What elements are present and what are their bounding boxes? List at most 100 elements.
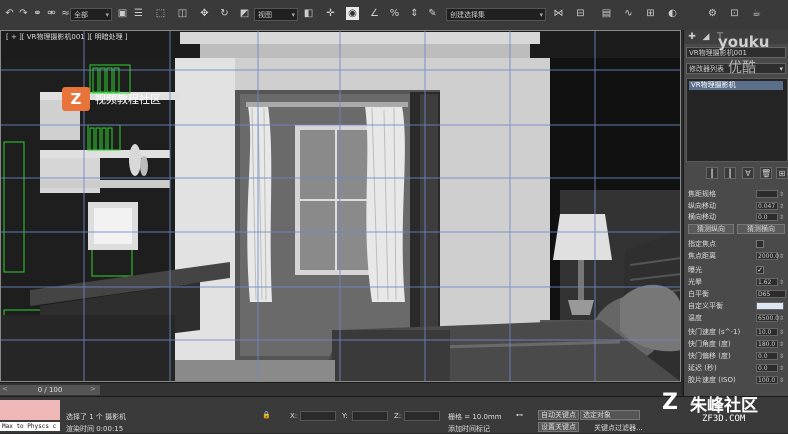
- viewport-label[interactable]: [ + ][ VR物理摄影机001 ][ 明暗处理 ]: [6, 32, 128, 42]
- set-key-button[interactable]: 设置关键点: [538, 422, 579, 432]
- time-slider[interactable]: 0 / 100 < >: [0, 382, 681, 397]
- layer-icon[interactable]: ▤: [600, 7, 613, 20]
- param-value[interactable]: 180.0: [756, 340, 778, 348]
- schematic-icon[interactable]: ⊞: [644, 7, 657, 20]
- render-icon[interactable]: ☕: [750, 7, 763, 20]
- selected-filter-dropdown[interactable]: 选定对象: [580, 410, 640, 420]
- spinner-icon[interactable]: ⇕: [779, 252, 784, 261]
- param-label: 指定焦点: [688, 240, 716, 248]
- spinner-icon[interactable]: ⇕: [779, 340, 784, 349]
- render-setup-icon[interactable]: ⚙: [706, 7, 719, 20]
- param-value[interactable]: [756, 190, 778, 198]
- redo-icon[interactable]: ↷: [17, 7, 30, 20]
- material-editor-icon[interactable]: ◐: [666, 7, 679, 20]
- maxscript-mini-listener[interactable]: Max to Physcs c: [0, 422, 60, 431]
- spinner-icon[interactable]: ⇕: [779, 314, 784, 323]
- remove-modifier-icon[interactable]: 🗑: [760, 167, 772, 179]
- spinner-icon[interactable]: ⇕: [779, 328, 784, 337]
- param-value[interactable]: 0.0: [756, 352, 778, 360]
- auto-key-button[interactable]: 自动关键点: [538, 410, 579, 420]
- param-value[interactable]: 0.0: [756, 364, 778, 372]
- move-icon[interactable]: ✥: [198, 7, 211, 20]
- curve-editor-icon[interactable]: ∿: [622, 7, 635, 20]
- spinner-icon[interactable]: ⇕: [779, 190, 784, 199]
- configure-sets-icon[interactable]: ⊞: [776, 167, 788, 179]
- youku-cn-watermark: 优酷: [728, 60, 756, 76]
- spinner-icon[interactable]: ⇕: [779, 213, 784, 222]
- param-row-0: 焦距规格 ⇕: [688, 190, 786, 199]
- modify-tab-icon[interactable]: ◢: [700, 31, 712, 43]
- param-value[interactable]: 0.047: [756, 202, 778, 210]
- lock-selection-icon[interactable]: 🔒: [262, 411, 271, 419]
- select-by-name-icon[interactable]: ☰: [132, 7, 145, 20]
- param-checkbox[interactable]: [756, 240, 764, 248]
- param-label: 快门速度 (s^-1): [688, 328, 741, 336]
- selection-filter-dropdown[interactable]: 全部: [70, 8, 112, 22]
- snap-icon[interactable]: ◉: [346, 7, 359, 20]
- spinner-icon[interactable]: ⇕: [779, 376, 784, 385]
- select-manipulate-icon[interactable]: ✛: [324, 7, 337, 20]
- rotate-icon[interactable]: ↻: [218, 7, 231, 20]
- param-value[interactable]: 10.0: [756, 328, 778, 336]
- render-frame-icon[interactable]: ⊡: [728, 7, 741, 20]
- param-row-1: 纵向移动 0.047 ⇕: [688, 202, 786, 211]
- param-checkbox[interactable]: ✓: [756, 266, 764, 274]
- grid-size: 栅格 = 10.0mm: [448, 413, 502, 421]
- pivot-icon[interactable]: ◧: [302, 7, 315, 20]
- named-selection-icon[interactable]: ✎: [426, 7, 439, 20]
- spinner-icon[interactable]: ⇕: [779, 364, 784, 373]
- undo-icon[interactable]: ↶: [3, 7, 16, 20]
- spinner-snap-icon[interactable]: ⇕: [408, 7, 421, 20]
- param-value[interactable]: 6500.0: [756, 314, 779, 322]
- param-value[interactable]: 100.0: [756, 376, 778, 384]
- unlink-icon[interactable]: ⚮: [45, 7, 58, 20]
- y-coordinate-field[interactable]: [352, 411, 388, 421]
- param-value[interactable]: 2000.0: [756, 252, 779, 260]
- rect-select-icon[interactable]: ⬚: [154, 7, 167, 20]
- maxscript-listener[interactable]: [0, 400, 60, 420]
- set-key-icon[interactable]: ⊷: [516, 411, 523, 419]
- percent-snap-icon[interactable]: %: [388, 7, 401, 20]
- mirror-icon[interactable]: ⋈: [552, 7, 565, 20]
- window-crossing-icon[interactable]: ◫: [176, 7, 189, 20]
- param-row-13: 延迟 (秒) 0.0 ⇕: [688, 364, 786, 373]
- spinner-icon[interactable]: ⇕: [779, 202, 784, 211]
- show-end-result-icon[interactable]: ┃: [724, 167, 736, 179]
- frame-counter: 0 / 100: [37, 386, 63, 394]
- guess-horizontal-button[interactable]: 猜测横向: [737, 224, 785, 234]
- add-time-tag[interactable]: 添加时间标记: [448, 424, 490, 434]
- time-slider-handle[interactable]: 0 / 100: [0, 385, 100, 395]
- logo-icon: Z: [62, 87, 90, 111]
- param-row-12: 快门偏移 (度) 0.0 ⇕: [688, 352, 786, 361]
- white-balance-dropdown[interactable]: D65: [756, 290, 786, 298]
- prev-frame-icon[interactable]: <: [2, 385, 8, 393]
- named-selection-set-dropdown[interactable]: 创建选择集: [446, 8, 546, 22]
- make-unique-icon[interactable]: ∀: [742, 167, 754, 179]
- custom-balance-swatch[interactable]: [756, 302, 784, 310]
- select-icon[interactable]: ▣: [116, 7, 129, 20]
- guess-vertical-button[interactable]: 猜测纵向: [688, 224, 734, 234]
- angle-snap-icon[interactable]: ∠: [368, 7, 381, 20]
- scale-icon[interactable]: ◩: [238, 7, 251, 20]
- param-label: 焦距规格: [688, 190, 716, 198]
- x-coordinate-field[interactable]: [300, 411, 336, 421]
- spinner-icon[interactable]: ⇕: [779, 278, 784, 287]
- camera-viewport[interactable]: [ + ][ VR物理摄影机001 ][ 明暗处理 ] Z 视频教程社区: [0, 30, 681, 382]
- reference-coord-dropdown[interactable]: 视图: [254, 8, 298, 22]
- z-label: Z:: [394, 412, 402, 420]
- param-row-6: 光晕 1.62 ⇕: [688, 278, 786, 287]
- param-value[interactable]: 0.0: [756, 213, 778, 221]
- z-coordinate-field[interactable]: [404, 411, 440, 421]
- param-row-11: 快门角度 (度) 180.0 ⇕: [688, 340, 786, 349]
- x-label: X:: [290, 412, 298, 420]
- spinner-icon[interactable]: ⇕: [779, 352, 784, 361]
- modifier-stack-item[interactable]: VR物理摄影机: [689, 81, 783, 90]
- create-tab-icon[interactable]: ✚: [686, 31, 698, 43]
- param-value[interactable]: 1.62: [756, 278, 778, 286]
- pin-stack-icon[interactable]: ┃: [706, 167, 718, 179]
- next-frame-icon[interactable]: >: [90, 385, 96, 393]
- param-row-9: 温度 6500.0 ⇕: [688, 314, 786, 323]
- align-icon[interactable]: ⊟: [574, 7, 587, 20]
- selection-status: 选择了 1 个 摄影机: [66, 413, 127, 421]
- link-icon[interactable]: ⚭: [31, 7, 44, 20]
